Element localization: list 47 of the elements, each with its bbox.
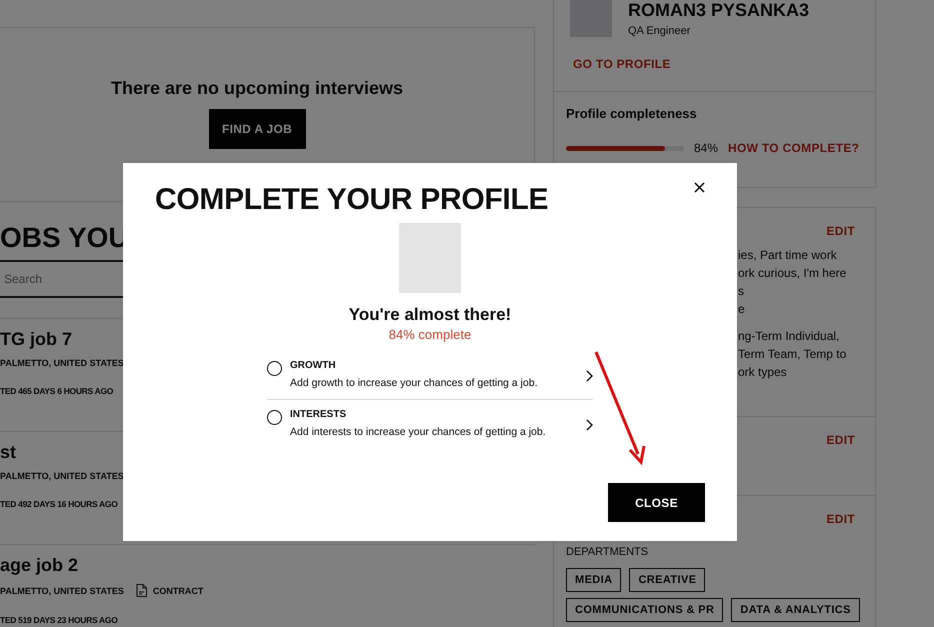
posted-time: TED 465 DAYS 6 HOURS AGO [0,386,114,396]
job-location: PALMETTO, UNITED STATES [0,471,124,481]
preference-text: e [738,301,746,318]
job-location: PALMETTO, UNITED STATES [0,358,124,368]
edit-link[interactable]: EDIT [826,512,855,526]
preference-text: ies, Part time work [738,247,838,264]
edit-link[interactable]: EDIT [826,433,855,447]
preference-text: ork curious, I'm here [738,265,848,282]
close-button[interactable]: CLOSE [608,483,705,522]
department-tag: CREATIVE [629,568,706,592]
how-to-complete-link[interactable]: HOW TO COMPLETE? [728,141,860,155]
job-type: CONTRACT [152,586,204,596]
go-to-profile-link[interactable]: GO TO PROFILE [573,57,671,71]
completeness-title: Profile completeness [566,106,698,121]
posted-time: TED 519 DAYS 23 HOURS AGO [0,615,119,625]
chevron-right-icon[interactable] [586,419,593,431]
profile-name: ROMAN3 PYSANKA3 [628,0,810,21]
item-description: Add interests to increase your chances of getting a job. [290,426,547,438]
department-tag: DATA & ANALYTICS [731,598,860,622]
item-title: INTERESTS [290,409,348,420]
item-title: GROWTH [290,360,337,371]
department-tag: COMMUNICATIONS & PR [566,598,724,622]
modal-title: COMPLETE YOUR PROFILE [155,183,548,217]
preference-text: s [738,283,745,300]
photo-placeholder [399,223,461,293]
close-icon[interactable] [694,182,705,193]
job-title[interactable]: age job 2 [0,555,535,576]
radio-button[interactable] [267,361,282,376]
departments-label: DEPARTMENTS [566,546,650,558]
chevron-right-icon[interactable] [586,370,593,382]
progress-text: 84% complete [388,327,472,342]
preference-text: ork types [738,364,788,381]
empty-message: There are no upcoming interviews [110,78,404,99]
profile-role: QA Engineer [628,25,692,37]
photo-placeholder [570,0,612,37]
edit-link[interactable]: EDIT [826,224,855,238]
preference-text: ng-Term Individual, [738,328,840,345]
job-location: PALMETTO, UNITED STATES [0,586,124,596]
item-description: Add growth to increase your chances of getting a job. [290,377,538,389]
document-icon [136,584,147,597]
find-job-button[interactable]: FIND A JOB [208,109,306,149]
percent-label: 84% [694,141,718,155]
department-tag: MEDIA [566,568,622,592]
radio-button[interactable] [267,410,282,425]
preference-text: Term Team, Temp to [738,346,848,363]
posted-time: TED 492 DAYS 16 HOURS AGO [0,499,119,509]
modal-subtitle: You're almost there! [348,305,512,325]
